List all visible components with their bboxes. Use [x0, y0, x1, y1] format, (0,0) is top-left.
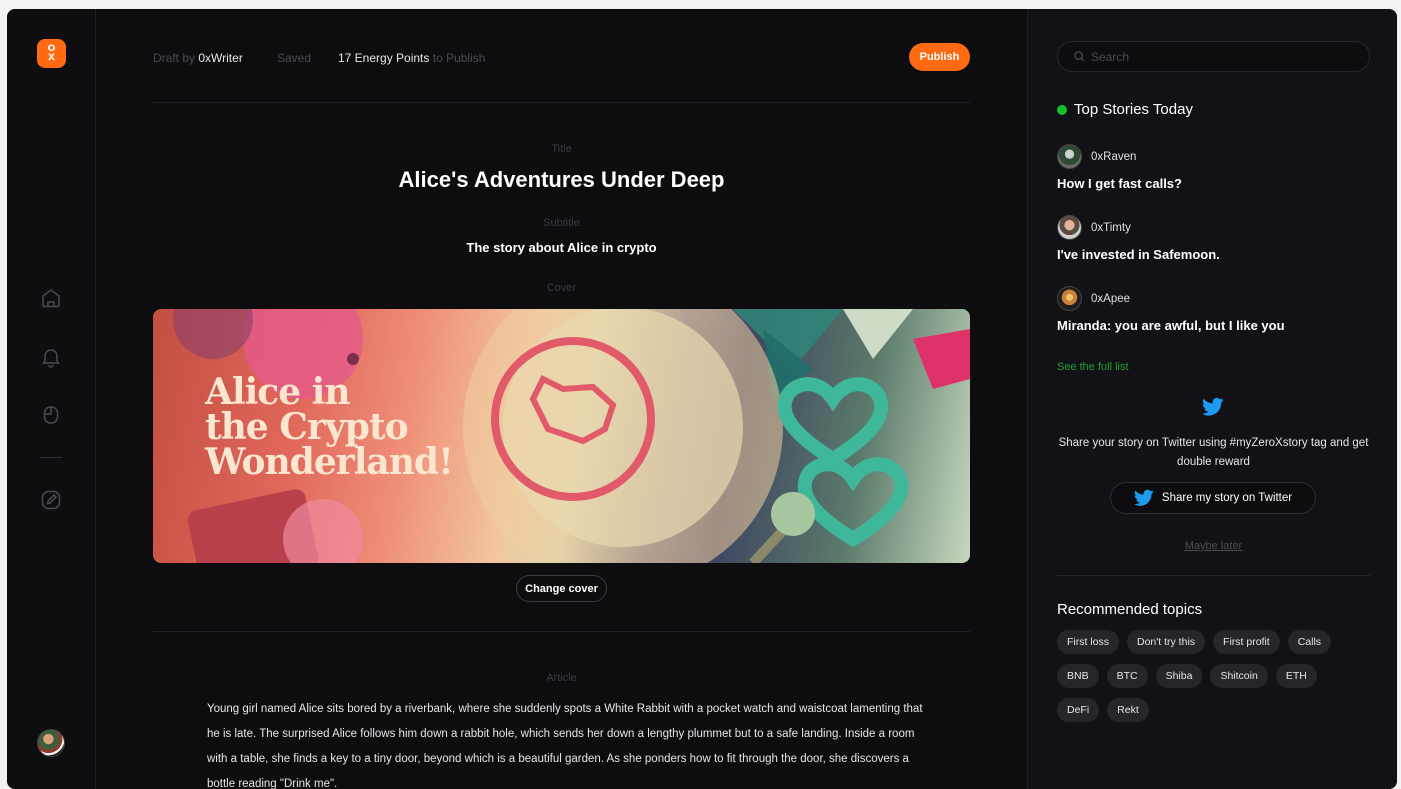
author-name: 0xTimty: [1091, 221, 1131, 234]
avatar: [1057, 144, 1082, 169]
energy-points: 17 Energy Points: [338, 51, 430, 65]
energy-suffix: to Publish: [432, 51, 486, 65]
cover-divider: [153, 631, 970, 632]
publish-button[interactable]: Publish: [909, 43, 970, 71]
draft-author[interactable]: 0xWriter: [198, 51, 242, 65]
right-sidebar: Top Stories Today 0xRaven How I get fast…: [1027, 9, 1397, 789]
avatar: [1057, 286, 1082, 311]
share-button-label: Share my story on Twitter: [1161, 492, 1293, 504]
story-title-field[interactable]: Alice's Adventures Under Deep: [153, 167, 970, 193]
topic-tag[interactable]: Shiba: [1155, 664, 1203, 688]
topbar-divider: [153, 102, 970, 103]
app-window: O X Draft by 0xWriter Saved 17 Energy Po…: [7, 9, 1397, 789]
story-author: 0xApee: [1057, 286, 1377, 311]
story-item[interactable]: 0xRaven How I get fast calls?: [1057, 144, 1377, 191]
topic-tag[interactable]: First loss: [1057, 630, 1119, 654]
twitter-icon: [1133, 489, 1154, 506]
maybe-later-link[interactable]: Maybe later: [1057, 540, 1370, 552]
story-author: 0xTimty: [1057, 215, 1377, 240]
draft-info: Draft by 0xWriter: [153, 51, 243, 65]
topic-tag[interactable]: Shitcoin: [1210, 664, 1268, 688]
editor-main: Draft by 0xWriter Saved 17 Energy Points…: [97, 9, 1027, 789]
cover-label: Cover: [546, 282, 577, 294]
topic-tag[interactable]: DeFi: [1057, 698, 1100, 722]
left-rail: O X: [7, 9, 96, 789]
story-item[interactable]: 0xApee Miranda: you are awful, but I lik…: [1057, 286, 1377, 333]
topic-tag[interactable]: Rekt: [1107, 698, 1149, 722]
topic-tag[interactable]: First profit: [1213, 630, 1280, 654]
twitter-bird-icon: [1202, 397, 1224, 416]
story-title: Miranda: you are awful, but I like you: [1057, 318, 1285, 333]
subtitle-label: Subtitle: [543, 217, 580, 229]
avatar: [1057, 215, 1082, 240]
share-on-twitter-button[interactable]: Share my story on Twitter: [1110, 482, 1316, 514]
cover-headline: Alice in the Crypto Wonderland!: [205, 371, 454, 483]
mouse-icon[interactable]: [38, 402, 64, 428]
story-subtitle-field[interactable]: The story about Alice in crypto: [153, 240, 970, 255]
see-full-list-link[interactable]: See the full list: [1057, 361, 1129, 373]
topic-tag[interactable]: Calls: [1287, 630, 1332, 654]
article-label: Article: [546, 672, 577, 684]
top-stories-heading: Top Stories Today: [1057, 101, 1193, 118]
change-cover-button[interactable]: Change cover: [516, 575, 607, 602]
topic-tag[interactable]: ETH: [1275, 664, 1317, 688]
home-icon[interactable]: [38, 285, 64, 311]
author-name: 0xRaven: [1091, 150, 1137, 163]
topic-tag[interactable]: Don't try this: [1127, 630, 1206, 654]
story-title: How I get fast calls?: [1057, 176, 1182, 191]
title-label: Title: [551, 143, 572, 155]
saved-status: Saved: [277, 51, 312, 65]
search-icon: [1074, 51, 1085, 62]
topic-tag[interactable]: BNB: [1057, 664, 1099, 688]
share-description: Share your story on Twitter using #myZer…: [1058, 437, 1369, 468]
topic-tags: First loss Don't try this First profit C…: [1057, 630, 1357, 722]
author-name: 0xApee: [1091, 292, 1131, 305]
logo-letter-bottom: X: [48, 52, 55, 63]
bell-icon[interactable]: [38, 344, 64, 370]
user-avatar[interactable]: [37, 729, 65, 757]
live-dot-icon: [1057, 104, 1067, 115]
story-author: 0xRaven: [1057, 144, 1377, 169]
cover-image: Alice in the Crypto Wonderland!: [153, 309, 970, 563]
energy-info: 17 Energy Points to Publish: [338, 51, 485, 65]
logo[interactable]: O X: [37, 39, 66, 68]
editor-topbar: Draft by 0xWriter Saved 17 Energy Points…: [153, 43, 970, 71]
search-input[interactable]: [1091, 49, 1351, 64]
draft-prefix: Draft by: [153, 51, 196, 65]
story-title: I've invested in Safemoon.: [1057, 247, 1220, 262]
story-item[interactable]: 0xTimty I've invested in Safemoon.: [1057, 215, 1377, 262]
search-box[interactable]: [1057, 41, 1370, 72]
top-stories-title: Top Stories Today: [1074, 101, 1193, 118]
recommended-topics-title: Recommended topics: [1057, 601, 1203, 618]
rail-divider: [40, 457, 62, 458]
article-body-field[interactable]: Young girl named Alice sits bored by a r…: [207, 697, 927, 789]
topic-tag[interactable]: BTC: [1106, 664, 1148, 688]
sidebar-divider: [1057, 575, 1370, 576]
pencil-icon[interactable]: [38, 487, 64, 513]
